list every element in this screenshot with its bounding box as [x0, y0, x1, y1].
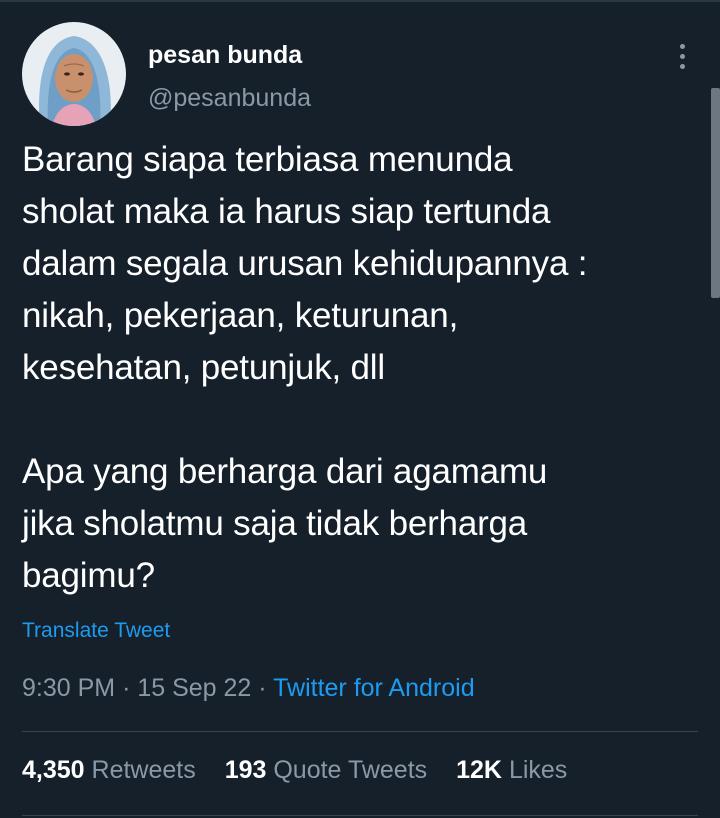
likes-stat[interactable]: 12K Likes — [456, 756, 567, 784]
scrollbar-thumb[interactable] — [711, 88, 720, 298]
tweet-source-link[interactable]: Twitter for Android — [273, 674, 474, 702]
avatar-image — [22, 22, 126, 126]
meta-separator: · — [122, 674, 131, 702]
retweets-label: Retweets — [91, 756, 196, 784]
quote-tweets-count: 193 — [224, 756, 267, 784]
meta-separator: · — [258, 674, 267, 702]
divider — [22, 815, 698, 816]
divider — [22, 731, 698, 732]
translate-tweet-link[interactable]: Translate Tweet — [22, 619, 170, 643]
quote-tweets-stat[interactable]: 193 Quote Tweets — [225, 756, 427, 784]
retweets-count: 4,350 — [22, 756, 85, 784]
more-options-button[interactable] — [666, 40, 698, 72]
top-divider — [0, 0, 720, 2]
tweet-date[interactable]: 15 Sep 22 — [137, 674, 251, 702]
likes-label: Likes — [508, 756, 568, 784]
tweet-stats: 4,350 Retweets 193 Quote Tweets 12K Like… — [22, 756, 589, 785]
more-vertical-icon — [679, 43, 685, 49]
quote-tweets-label: Quote Tweets — [273, 756, 428, 784]
likes-count: 12K — [456, 756, 502, 784]
author-display-name[interactable]: pesan bunda — [148, 41, 302, 70]
tweet-text: Barang siapa terbiasa menunda sholat mak… — [22, 140, 588, 595]
tweet-meta: 9:30 PM · 15 Sep 22 · Twitter for Androi… — [22, 674, 475, 703]
tweet-time[interactable]: 9:30 PM — [22, 674, 115, 702]
author-handle[interactable]: @pesanbunda — [148, 84, 311, 113]
retweets-stat[interactable]: 4,350 Retweets — [22, 756, 196, 784]
avatar[interactable] — [22, 22, 126, 126]
